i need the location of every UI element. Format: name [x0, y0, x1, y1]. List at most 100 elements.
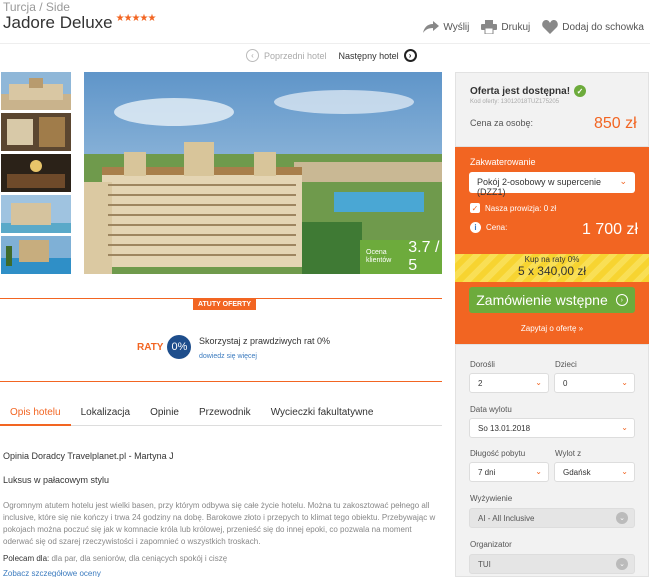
- chevron-down-icon: ⌄: [535, 378, 542, 387]
- board-select[interactable]: AI - All Inclusive ⌄: [469, 508, 635, 528]
- save-label: Dodaj do schowka: [562, 21, 644, 33]
- commission-checkbox[interactable]: ✓: [470, 203, 480, 213]
- accommodation-label: Zakwaterowanie: [470, 157, 536, 167]
- print-icon: [481, 20, 498, 34]
- price-row: i Cena:: [470, 222, 507, 233]
- raty-logo: RATY 0%: [137, 335, 192, 359]
- print-button[interactable]: Drukuj: [481, 20, 530, 34]
- tab-opis-hotelu[interactable]: Opis hotelu: [0, 407, 71, 426]
- chevron-down-icon: ⌄: [616, 558, 628, 570]
- check-icon: ✓: [574, 85, 587, 97]
- rating-box: Ocena klientów 3.7 / 5: [360, 239, 442, 274]
- tab-lokalizacja[interactable]: Lokalizacja: [71, 407, 140, 426]
- price-label: Cena:: [486, 223, 508, 232]
- chevron-left-icon: ‹: [246, 49, 259, 62]
- price-per-person-label: Cena za osobę:: [470, 118, 534, 128]
- rating-value: 3.7 / 5: [408, 239, 440, 274]
- organizer-value: TUI: [478, 560, 491, 569]
- chevron-down-icon: ⌄: [616, 512, 628, 524]
- opinion-subtitle: Luksus w pałacowym stylu: [3, 475, 110, 485]
- next-hotel-label: Następny hotel: [338, 50, 399, 61]
- commission-row: ✓ Nasza prowizja: 0 zł: [470, 203, 556, 213]
- offer-summary-panel: [455, 72, 649, 147]
- price-per-person: 850 zł: [594, 115, 637, 132]
- departure-date-select[interactable]: So 13.01.2018 ⌄: [469, 418, 635, 438]
- chevron-down-icon: ⌄: [619, 176, 627, 186]
- thumbnail[interactable]: [1, 236, 71, 274]
- departure-date-label: Data wylotu: [470, 405, 512, 414]
- commission-label: Nasza prowizja: 0 zł: [485, 203, 557, 213]
- room-select[interactable]: Pokój 2-osobowy w supercenie (DZZ1) ⌄: [469, 172, 635, 197]
- hotel-stars: ★★★★★: [115, 13, 157, 24]
- kids-select[interactable]: 0 ⌄: [554, 373, 635, 393]
- divider: [0, 43, 650, 44]
- total-price: 1 700 zł: [582, 221, 639, 238]
- chevron-down-icon: ⌄: [621, 423, 628, 432]
- chevron-down-icon: ⌄: [621, 378, 628, 387]
- share-icon: [423, 21, 440, 33]
- chevron-down-icon: ⌄: [535, 467, 542, 476]
- stay-length-select[interactable]: 7 dni ⌄: [469, 462, 549, 482]
- board-label: Wyżywienie: [470, 494, 513, 503]
- ask-about-offer-link[interactable]: Zapytaj o ofertę »: [455, 324, 649, 333]
- departure-date-value: So 13.01.2018: [478, 424, 531, 433]
- heart-icon: [542, 20, 559, 34]
- stay-length-label: Długość pobytu: [470, 449, 526, 458]
- raty-more-link[interactable]: dowiedz się więcej: [199, 353, 257, 360]
- tab-przewodnik[interactable]: Przewodnik: [189, 407, 261, 426]
- prev-hotel-link[interactable]: ‹ Poprzedni hotel: [246, 49, 327, 62]
- opinion-text: Ogromnym atutem hotelu jest wielki basen…: [3, 501, 436, 546]
- main-hotel-photo[interactable]: Ocena klientów 3.7 / 5: [84, 72, 442, 274]
- thumbnail[interactable]: [1, 72, 71, 110]
- top-actions: Wyślij Drukuj Dodaj do schowka: [423, 20, 644, 34]
- share-button[interactable]: Wyślij: [423, 20, 469, 34]
- prev-hotel-label: Poprzedni hotel: [264, 50, 327, 61]
- arrow-right-icon: ›: [615, 294, 628, 306]
- divider: [0, 381, 442, 382]
- organizer-label: Organizator: [470, 540, 512, 549]
- raty-word: RATY: [137, 341, 164, 353]
- hotel-nav: ‹ Poprzedni hotel Następny hotel ›: [246, 49, 417, 62]
- departure-from-select[interactable]: Gdańsk ⌄: [554, 462, 635, 482]
- thumbnail[interactable]: [1, 195, 71, 233]
- preorder-label: Zamówienie wstępne: [476, 292, 608, 308]
- polecam-label: Polecam dla:: [3, 554, 50, 563]
- atuty-tag: ATUTY OFERTY: [193, 299, 257, 310]
- hotel-tabs: Opis hotelu Lokalizacja Opinie Przewodni…: [0, 407, 442, 426]
- adults-select[interactable]: 2 ⌄: [469, 373, 549, 393]
- detailed-ratings-link[interactable]: Zobacz szczegółowe oceny: [3, 569, 101, 577]
- organizer-select[interactable]: TUI ⌄: [469, 554, 635, 574]
- departure-from-label: Wylot z: [555, 449, 582, 458]
- preorder-button[interactable]: Zamówienie wstępne ›: [469, 287, 635, 313]
- kids-label: Dzieci: [555, 360, 577, 369]
- stay-length-value: 7 dni: [478, 468, 496, 477]
- share-label: Wyślij: [443, 21, 470, 33]
- thumbnail[interactable]: [1, 154, 71, 192]
- kids-value: 0: [563, 379, 568, 388]
- thumbnail[interactable]: [1, 113, 71, 151]
- board-value: AI - All Inclusive: [478, 514, 535, 523]
- breadcrumb[interactable]: Turcja / Side: [3, 0, 70, 14]
- offer-available-label: Oferta jest dostępna!: [470, 85, 571, 97]
- tab-wycieczki[interactable]: Wycieczki fakultatywne: [261, 407, 384, 426]
- installments-banner[interactable]: Kup na raty 0% 5 x 340,00 zł: [455, 254, 649, 282]
- offer-available: Oferta jest dostępna! ✓: [470, 85, 587, 97]
- polecam-line: Polecam dla: dla par, dla seniorów, dla …: [3, 554, 227, 563]
- hotel-name: Jadore Deluxe: [3, 13, 113, 32]
- offer-code: Kod oferty: 13012018TUZ175205: [470, 99, 560, 105]
- next-hotel-link[interactable]: Następny hotel ›: [339, 49, 417, 62]
- page-title: Jadore Deluxe ★★★★★: [3, 13, 157, 33]
- opinion-title: Opinia Doradcy Travelplanet.pl - Martyna…: [3, 451, 174, 461]
- info-icon[interactable]: i: [470, 222, 481, 233]
- save-button[interactable]: Dodaj do schowka: [542, 20, 644, 34]
- adults-label: Dorośli: [470, 360, 495, 369]
- photo-thumbnails: [1, 72, 71, 277]
- installments-value: 5 x 340,00 zł: [517, 264, 587, 278]
- tab-opinie[interactable]: Opinie: [140, 407, 189, 426]
- chevron-right-icon: ›: [403, 49, 417, 62]
- print-label: Drukuj: [501, 21, 531, 33]
- chevron-down-icon: ⌄: [621, 467, 628, 476]
- installments-label: Kup na raty 0%: [524, 255, 580, 264]
- rating-label: Ocena klientów: [366, 249, 392, 264]
- departure-from-value: Gdańsk: [563, 468, 591, 477]
